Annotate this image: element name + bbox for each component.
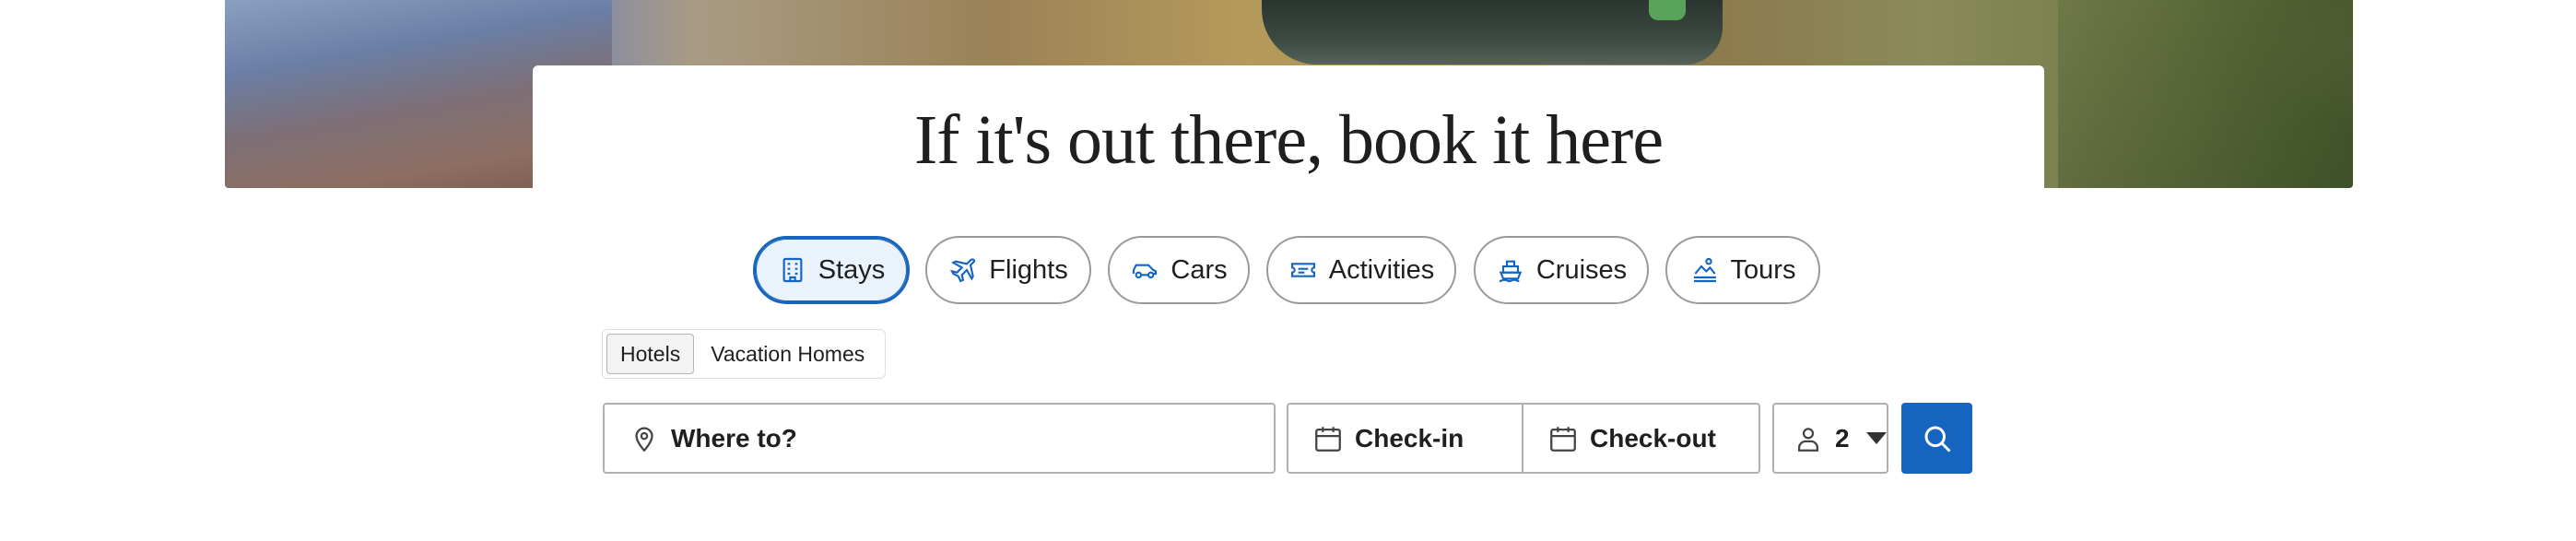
hero-vehicle (1262, 0, 1723, 65)
search-button[interactable] (1901, 403, 1972, 474)
tab-activities[interactable]: Activities (1266, 236, 1456, 304)
stay-type-tabs: Hotels Vacation Homes (602, 329, 886, 379)
car-icon (1133, 264, 1158, 279)
tab-label: Activities (1328, 254, 1435, 285)
hero-brush (2058, 0, 2353, 188)
calendar-icon (1315, 426, 1341, 452)
checkout-field[interactable]: Check-out (1522, 403, 1760, 474)
plane-icon (950, 258, 976, 283)
hotel-icon (782, 257, 803, 283)
tab-cars[interactable]: Cars (1108, 236, 1250, 304)
destination-input[interactable]: Where to? (603, 403, 1276, 474)
tab-stays[interactable]: Stays (753, 236, 910, 304)
destination-placeholder: Where to? (671, 423, 797, 453)
ticket-icon (1290, 263, 1315, 277)
tab-flights[interactable]: Flights (925, 236, 1091, 304)
guests-selector[interactable]: 2 (1772, 403, 1888, 474)
tab-label: Cruises (1535, 254, 1628, 285)
subtab-vacation-homes[interactable]: Vacation Homes (698, 334, 877, 374)
guests-count: 2 (1835, 423, 1850, 453)
tab-tours[interactable]: Tours (1665, 236, 1820, 304)
tab-label: Flights (989, 254, 1068, 285)
checkout-label: Check-out (1590, 423, 1716, 453)
page-title: If it's out there, book it here (913, 101, 1664, 179)
ship-icon (1499, 260, 1523, 283)
subtab-hotels[interactable]: Hotels (606, 334, 695, 374)
tab-label: Tours (1730, 254, 1796, 285)
person-icon (1797, 427, 1819, 452)
tour-icon (1693, 257, 1716, 283)
checkin-label: Check-in (1355, 423, 1464, 453)
search-icon (1924, 426, 1951, 453)
tab-label: Stays (817, 254, 886, 285)
tab-label: Cars (1170, 254, 1228, 285)
title-card: If it's out there, book it here (533, 65, 2044, 194)
checkin-field[interactable]: Check-in (1287, 403, 1523, 474)
location-pin-icon (635, 427, 653, 452)
calendar-icon (1550, 426, 1576, 452)
chevron-down-icon (1865, 432, 1887, 444)
tab-cruises[interactable]: Cruises (1474, 236, 1649, 304)
